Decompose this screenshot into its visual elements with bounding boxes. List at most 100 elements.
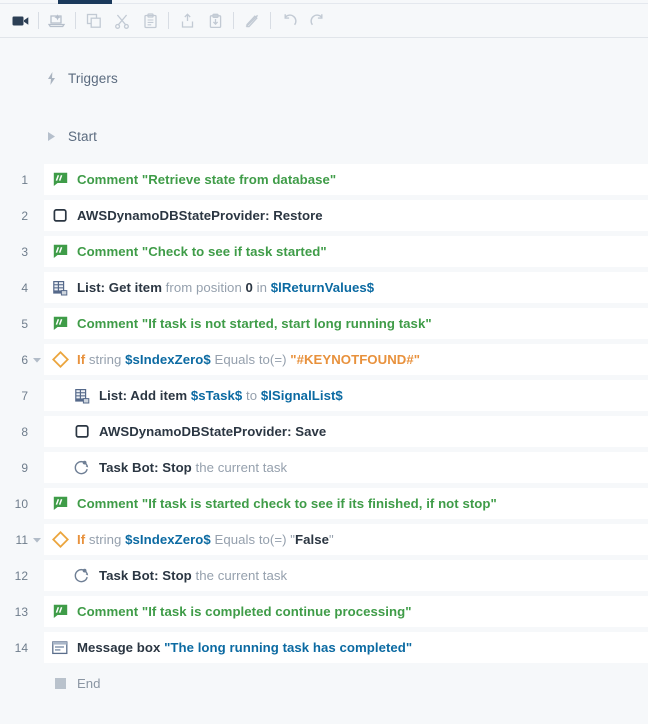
step-text-part: AWSDynamoDBStateProvider: Save xyxy=(99,424,327,439)
step-body[interactable]: AWSDynamoDBStateProvider: Restore xyxy=(44,200,648,231)
step-row[interactable]: 4 List: Get item from position 0 in $lRet… xyxy=(0,272,648,303)
step-body[interactable]: If string $sIndexZero$ Equals to(=) "#KE… xyxy=(44,344,648,375)
collapse-chevron-icon[interactable] xyxy=(30,356,44,364)
step-row[interactable]: 13 Comment "If task is completed continue… xyxy=(0,596,648,627)
step-body[interactable]: List: Get item from position 0 in $lRetu… xyxy=(44,272,648,303)
step-body[interactable]: If string $sIndexZero$ Equals to(=) "Fal… xyxy=(44,524,648,555)
list-icon xyxy=(72,386,92,406)
step-text-part: False xyxy=(295,532,329,547)
step-body[interactable]: Task Bot: Stop the current task xyxy=(44,560,648,591)
step-body[interactable]: Comment "If task is not started, start l… xyxy=(44,308,648,339)
step-number: 6 xyxy=(21,352,28,367)
step-row[interactable]: 12 Task Bot: Stop the current task xyxy=(0,560,648,591)
step-text: Comment "If task is started check to see… xyxy=(77,496,497,511)
step-text: Task Bot: Stop the current task xyxy=(99,568,287,583)
play-triangle-icon xyxy=(42,131,60,142)
messagebox-icon xyxy=(50,638,70,658)
active-tab-indicator[interactable] xyxy=(58,0,112,4)
step-text-part: $sIndexZero$ xyxy=(125,352,211,367)
steps-list: 1 Comment "Retrieve state from database" 2… xyxy=(0,164,648,663)
step-text-part: AWSDynamoDBStateProvider: Restore xyxy=(77,208,323,223)
toolbar-divider xyxy=(270,12,271,29)
comment-icon xyxy=(50,494,70,514)
canvas-top-spacer xyxy=(0,38,648,60)
step-row[interactable]: 5 Comment "If task is not started, start … xyxy=(0,308,648,339)
taskbot-icon xyxy=(72,458,92,478)
step-text-part: Stop xyxy=(162,460,192,475)
step-text-part: $lSignalList$ xyxy=(260,388,343,403)
triggers-section-row[interactable]: Triggers xyxy=(0,60,648,96)
start-section-row[interactable]: Start xyxy=(0,118,648,154)
record-icon[interactable] xyxy=(6,8,34,34)
disable-icon[interactable] xyxy=(238,8,266,34)
step-body[interactable]: AWSDynamoDBStateProvider: Save xyxy=(44,416,648,447)
screen-capture-icon[interactable] xyxy=(43,8,71,34)
collapse-chevron-icon[interactable] xyxy=(30,536,44,544)
step-text: Comment "Retrieve state from database" xyxy=(77,172,336,187)
step-text-part: the current task xyxy=(191,568,288,583)
step-row[interactable]: 6 If string $sIndexZero$ Equals to(=) "#K… xyxy=(0,344,648,375)
step-text-part: $sTask$ xyxy=(190,388,243,403)
step-text-part: string xyxy=(85,532,126,547)
step-body[interactable]: Comment "Check to see if task started" xyxy=(44,236,648,267)
step-number: 10 xyxy=(14,496,28,511)
step-text-part: "#KEYNOTFOUND#" xyxy=(290,352,421,367)
step-row[interactable]: 9 Task Bot: Stop the current task xyxy=(0,452,648,483)
step-text-part: Comment xyxy=(77,244,139,259)
step-row[interactable]: 7 List: Add item $sTask$ to $lSignalList$ xyxy=(0,380,648,411)
step-text-part: If xyxy=(77,532,86,547)
export-icon[interactable] xyxy=(173,8,201,34)
step-body[interactable]: Comment "If task is started check to see… xyxy=(44,488,648,519)
step-row[interactable]: 2 AWSDynamoDBStateProvider: Restore xyxy=(0,200,648,231)
step-row[interactable]: 14 Message box "The long running task has… xyxy=(0,632,648,663)
package-icon xyxy=(50,206,70,226)
toolbar-divider xyxy=(168,12,169,29)
end-section-row[interactable]: End xyxy=(0,668,648,698)
step-text-part: to xyxy=(242,388,261,403)
step-number: 8 xyxy=(21,424,28,439)
undo-icon[interactable] xyxy=(275,8,303,34)
step-text: Task Bot: Stop the current task xyxy=(99,460,287,475)
step-number: 3 xyxy=(21,244,28,259)
step-text-part: Comment xyxy=(77,316,139,331)
copy-icon[interactable] xyxy=(80,8,108,34)
paste-icon[interactable] xyxy=(136,8,164,34)
toolbar xyxy=(0,4,648,38)
comment-icon xyxy=(50,242,70,262)
step-text-part: in xyxy=(252,280,271,295)
step-number: 7 xyxy=(21,388,28,403)
step-text-part: " xyxy=(328,532,334,547)
step-body[interactable]: List: Add item $sTask$ to $lSignalList$ xyxy=(44,380,648,411)
step-text: Comment "Check to see if task started" xyxy=(77,244,327,259)
step-row[interactable]: 11 If string $sIndexZero$ Equals to(=) "F… xyxy=(0,524,648,555)
start-label: Start xyxy=(68,128,98,144)
step-number: 4 xyxy=(21,280,28,295)
import-icon[interactable] xyxy=(201,8,229,34)
step-body[interactable]: Comment "Retrieve state from database" xyxy=(44,164,648,195)
step-text: Comment "If task is completed continue p… xyxy=(77,604,412,619)
if-diamond-icon xyxy=(50,350,70,370)
step-text-part: $lReturnValues$ xyxy=(270,280,375,295)
step-number: 9 xyxy=(21,460,28,475)
step-text-part: the current task xyxy=(191,460,288,475)
step-row[interactable]: 8 AWSDynamoDBStateProvider: Save xyxy=(0,416,648,447)
step-row[interactable]: 1 Comment "Retrieve state from database" xyxy=(0,164,648,195)
redo-icon[interactable] xyxy=(303,8,331,34)
step-row[interactable]: 3 Comment "Check to see if task started" xyxy=(0,236,648,267)
step-text: AWSDynamoDBStateProvider: Restore xyxy=(77,208,323,223)
step-text: If string $sIndexZero$ Equals to(=) "#KE… xyxy=(77,352,420,367)
cut-icon[interactable] xyxy=(108,8,136,34)
list-icon xyxy=(50,278,70,298)
step-body[interactable]: Message box "The long running task has c… xyxy=(44,632,648,663)
step-number: 12 xyxy=(14,568,28,583)
step-text: AWSDynamoDBStateProvider: Save xyxy=(99,424,326,439)
step-text-part: "The long running task has completed" xyxy=(164,640,413,655)
step-body[interactable]: Comment "If task is completed continue p… xyxy=(44,596,648,627)
toolbar-divider xyxy=(233,12,234,29)
step-text-part: string xyxy=(85,352,126,367)
step-text-part: "If task is started check to see if its … xyxy=(141,496,497,511)
step-body[interactable]: Task Bot: Stop the current task xyxy=(44,452,648,483)
comment-icon xyxy=(50,602,70,622)
step-row[interactable]: 10 Comment "If task is started check to s… xyxy=(0,488,648,519)
step-number: 2 xyxy=(21,208,28,223)
